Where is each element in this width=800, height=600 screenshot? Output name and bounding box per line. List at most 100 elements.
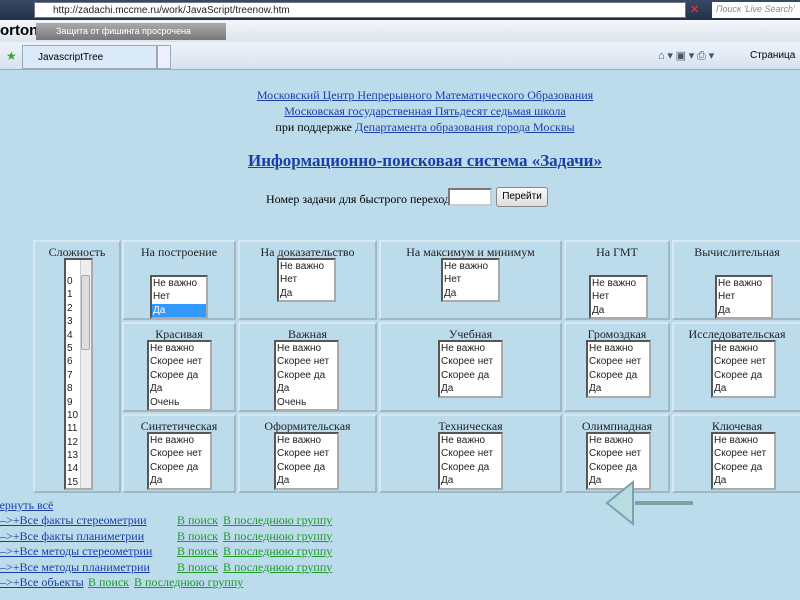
- listbox-option[interactable]: Да: [276, 382, 337, 395]
- quick-jump-input[interactable]: [448, 188, 492, 206]
- listbox-option[interactable]: Да: [440, 382, 501, 395]
- filter-listbox[interactable]: Не важно Скорее нет Скорее да Да: [274, 432, 339, 490]
- filter-listbox[interactable]: Не важно Скорее нет Скорее да Да: [711, 432, 776, 490]
- listbox-option[interactable]: Не важно: [440, 342, 501, 355]
- tree-item-link[interactable]: —>+Все объекты: [0, 575, 84, 590]
- listbox-option[interactable]: Не важно: [149, 342, 210, 355]
- listbox-option[interactable]: Нет: [443, 273, 498, 286]
- listbox-option[interactable]: Да: [591, 304, 646, 317]
- add-to-last-group-link[interactable]: В последнюю группу: [223, 560, 332, 575]
- add-to-last-group-link[interactable]: В последнюю группу: [223, 513, 332, 528]
- filter-listbox[interactable]: Не важно Нет Да: [715, 275, 773, 319]
- listbox-option[interactable]: Не важно: [152, 277, 206, 290]
- filter-listbox[interactable]: Не важно Нет Да: [277, 258, 336, 302]
- listbox-option[interactable]: Не важно: [279, 260, 334, 273]
- page-title[interactable]: Информационно-поисковая система «Задачи»: [0, 151, 800, 171]
- listbox-option[interactable]: Не важно: [149, 434, 210, 447]
- add-to-search-link[interactable]: В поиск: [177, 544, 218, 559]
- listbox-option[interactable]: Да: [440, 474, 501, 487]
- listbox-option[interactable]: Не важно: [717, 277, 771, 290]
- listbox-option[interactable]: Не важно: [588, 342, 649, 355]
- filter-listbox[interactable]: Не важно Скорее нет Скорее да Да: [438, 432, 503, 490]
- add-to-search-link[interactable]: В поиск: [177, 513, 218, 528]
- tab-javascripttree[interactable]: JavascriptTree: [22, 45, 157, 69]
- filter-listbox[interactable]: Не важно Скорее нет Скорее да Да: [586, 340, 651, 398]
- school57-link[interactable]: Московская государственная Пятьдесят сед…: [0, 104, 800, 119]
- new-tab-button[interactable]: [157, 45, 171, 69]
- listbox-option[interactable]: Да: [276, 474, 337, 487]
- favorites-star-icon[interactable]: ★: [6, 49, 17, 64]
- listbox-option[interactable]: Скорее нет: [149, 355, 210, 368]
- listbox-option[interactable]: Очень: [149, 396, 210, 409]
- tree-item-link[interactable]: —>+Все факты планиметрии: [0, 529, 144, 544]
- stop-icon[interactable]: ✕: [690, 3, 699, 16]
- listbox-option[interactable]: Скорее да: [588, 461, 649, 474]
- collapse-all-link[interactable]: вернуть всё: [0, 498, 53, 513]
- listbox-option[interactable]: Не важно: [276, 342, 337, 355]
- listbox-option[interactable]: Не важно: [713, 342, 774, 355]
- url-input[interactable]: http://zadachi.mccme.ru/work/JavaScript/…: [34, 2, 686, 18]
- listbox-option[interactable]: Да: [443, 287, 498, 300]
- listbox-option[interactable]: Скорее нет: [588, 355, 649, 368]
- listbox-option[interactable]: Скорее да: [440, 369, 501, 382]
- listbox-option[interactable]: Скорее да: [276, 461, 337, 474]
- listbox-option[interactable]: Да: [588, 382, 649, 395]
- listbox-option[interactable]: Скорее нет: [149, 447, 210, 460]
- add-to-last-group-link[interactable]: В последнюю группу: [223, 544, 332, 559]
- listbox-option[interactable]: Да: [279, 287, 334, 300]
- tree-item-link[interactable]: —>+Все факты стереометрии: [0, 513, 147, 528]
- listbox-option[interactable]: Скорее нет: [276, 355, 337, 368]
- search-input[interactable]: Поиск 'Live Search': [712, 2, 800, 18]
- filter-listbox[interactable]: Не важно Скорее нет Скорее да Да: [438, 340, 503, 398]
- listbox-option[interactable]: Не важно: [588, 434, 649, 447]
- filter-listbox[interactable]: Не важно Нет Да: [150, 275, 208, 319]
- add-to-search-link[interactable]: В поиск: [177, 529, 218, 544]
- add-to-last-group-link[interactable]: В последнюю группу: [134, 575, 243, 590]
- listbox-option[interactable]: Скорее нет: [713, 355, 774, 368]
- listbox-option[interactable]: Нет: [279, 273, 334, 286]
- listbox-option[interactable]: Не важно: [440, 434, 501, 447]
- listbox-option[interactable]: Очень: [276, 396, 337, 409]
- listbox-option[interactable]: Не важно: [443, 260, 498, 273]
- listbox-option[interactable]: Не важно: [276, 434, 337, 447]
- listbox-option[interactable]: Скорее да: [149, 369, 210, 382]
- listbox-option[interactable]: Да: [713, 474, 774, 487]
- listbox-option[interactable]: Нет: [591, 290, 646, 303]
- listbox-option[interactable]: Скорее нет: [276, 447, 337, 460]
- listbox-option[interactable]: Да: [717, 304, 771, 317]
- add-to-search-link[interactable]: В поиск: [177, 560, 218, 575]
- listbox-option[interactable]: Скорее нет: [440, 447, 501, 460]
- complexity-listbox[interactable]: 0 1 2 3 4 5 6 7 8 9 10 11 12 13 14 15: [64, 258, 93, 490]
- listbox-option[interactable]: Скорее да: [588, 369, 649, 382]
- home-icon[interactable]: ⌂ ▾ ▣ ▾ ⎙ ▾: [658, 49, 714, 63]
- phishing-warning[interactable]: Защита от фишинга просрочена: [36, 23, 226, 40]
- listbox-option[interactable]: Да: [149, 382, 210, 395]
- listbox-option[interactable]: Да: [152, 303, 206, 317]
- filter-listbox[interactable]: Не важно Скорее нет Скорее да Да: [711, 340, 776, 398]
- listbox-option[interactable]: Да: [713, 382, 774, 395]
- listbox-option[interactable]: Да: [149, 474, 210, 487]
- filter-listbox[interactable]: Не важно Нет Да: [441, 258, 500, 302]
- listbox-option[interactable]: Скорее да: [149, 461, 210, 474]
- department-link[interactable]: Департамента образования города Москвы: [355, 120, 575, 134]
- filter-listbox[interactable]: Не важно Скорее нет Скорее да Да Очень: [147, 340, 212, 411]
- listbox-option[interactable]: Нет: [152, 290, 206, 303]
- scrollbar-thumb[interactable]: [81, 275, 90, 350]
- page-menu[interactable]: Страница: [750, 50, 795, 61]
- listbox-option[interactable]: Скорее да: [440, 461, 501, 474]
- go-button[interactable]: Перейти: [496, 187, 548, 207]
- listbox-option[interactable]: Скорее да: [276, 369, 337, 382]
- listbox-option[interactable]: Скорее да: [713, 461, 774, 474]
- filter-listbox[interactable]: Не важно Нет Да: [589, 275, 648, 319]
- mccme-link[interactable]: Московский Центр Непрерывного Математиче…: [0, 88, 800, 103]
- listbox-option[interactable]: Нет: [717, 290, 771, 303]
- listbox-option[interactable]: Скорее нет: [440, 355, 501, 368]
- listbox-option[interactable]: Не важно: [591, 277, 646, 290]
- tree-item-link[interactable]: —>+Все методы планиметрии: [0, 560, 150, 575]
- listbox-option[interactable]: Скорее нет: [713, 447, 774, 460]
- filter-listbox[interactable]: Не важно Скорее нет Скорее да Да Очень: [274, 340, 339, 411]
- tree-item-link[interactable]: —>+Все методы стереометрии: [0, 544, 152, 559]
- filter-listbox[interactable]: Не важно Скорее нет Скорее да Да: [147, 432, 212, 490]
- add-to-search-link[interactable]: В поиск: [88, 575, 129, 590]
- listbox-option[interactable]: Не важно: [713, 434, 774, 447]
